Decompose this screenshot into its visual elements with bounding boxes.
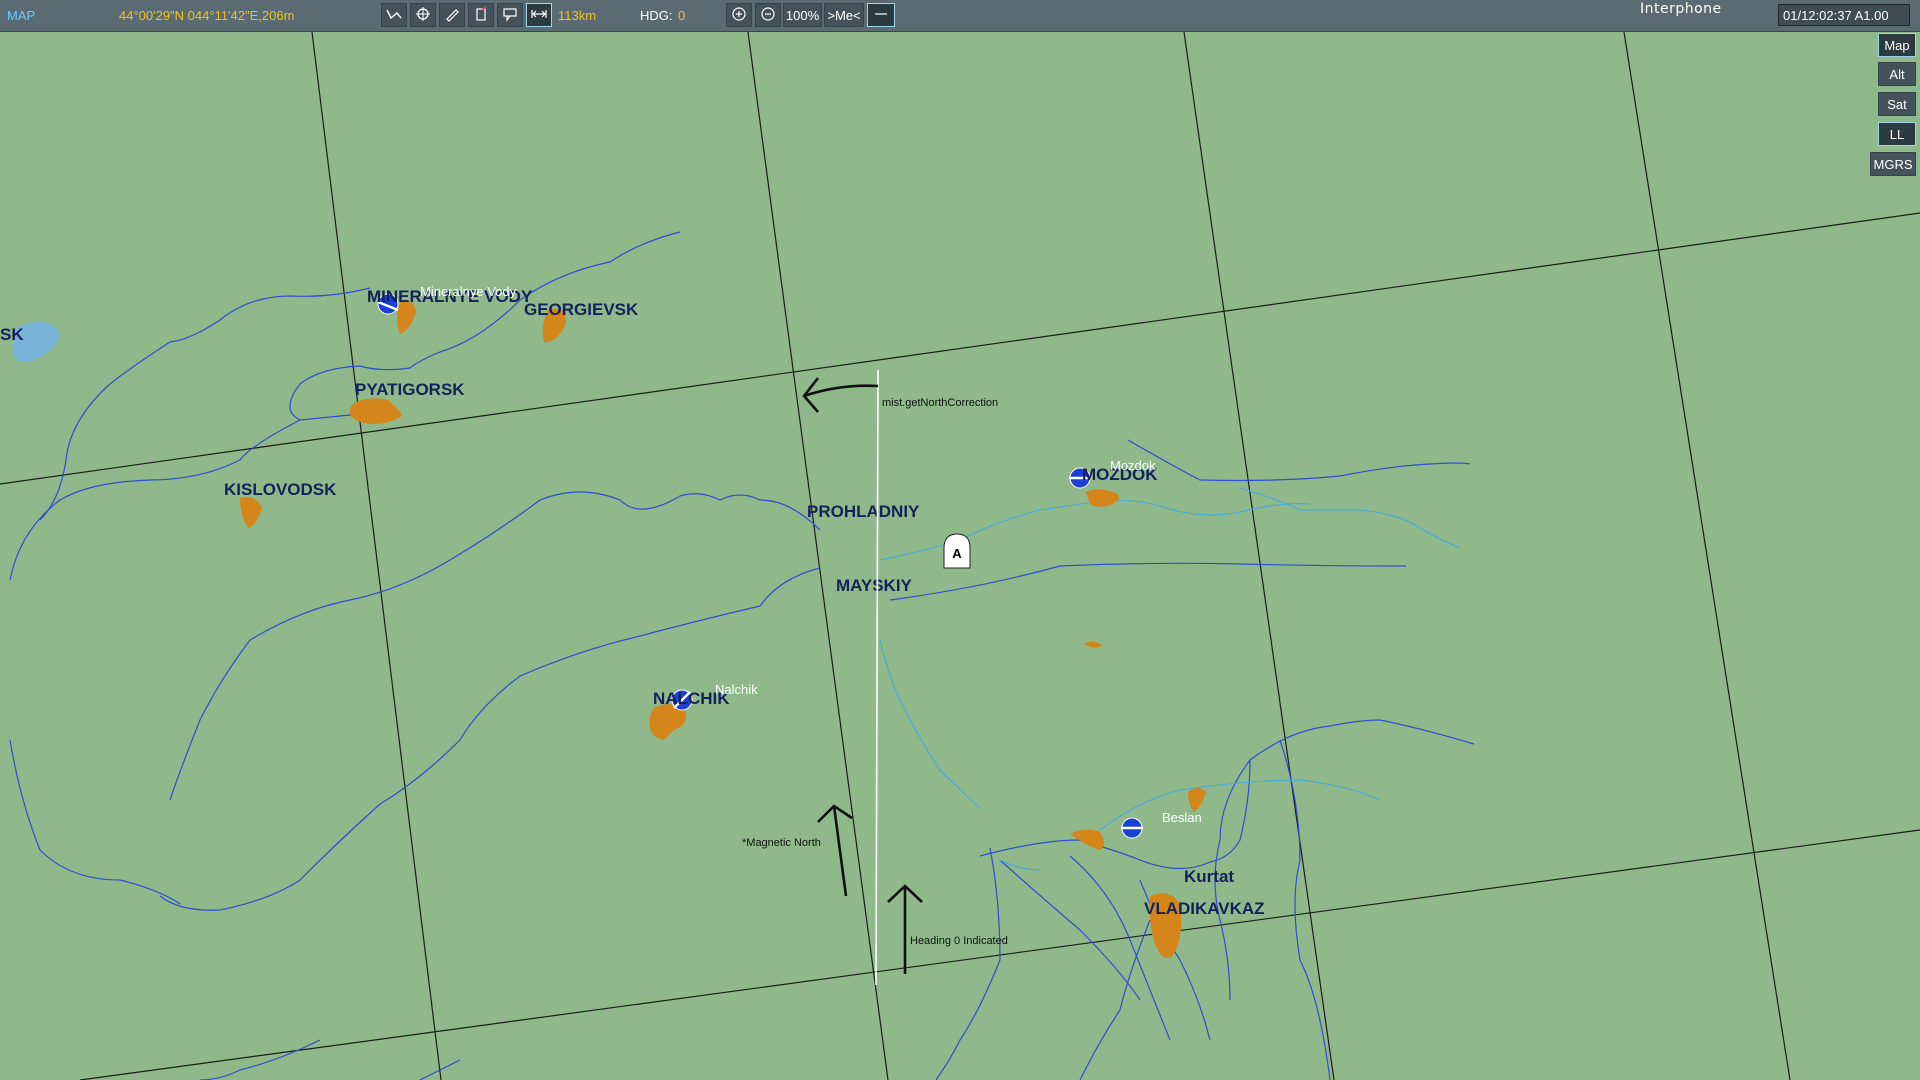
map-canvas[interactable]: SK MINERALNYE VODY GEORGIEVSK PYATIGORSK… xyxy=(0,32,1920,1080)
center-on-me-button[interactable]: >Me< xyxy=(824,3,864,27)
cursor-coordinates: 44°00'29"N 044°11'42"E,206m xyxy=(119,8,295,23)
heading-label: HDG: xyxy=(640,8,673,23)
heading-zero-label: Heading 0 Indicated xyxy=(910,935,1008,947)
edit-tool-button[interactable] xyxy=(439,3,465,27)
north-correction-arrow xyxy=(802,377,879,413)
north-correction-label: mist.getNorthCorrection xyxy=(882,397,998,409)
comment-icon xyxy=(501,5,519,26)
target-icon xyxy=(414,5,432,26)
zoom-out-button[interactable] xyxy=(755,3,781,27)
ruler-tool-button[interactable] xyxy=(526,3,552,27)
airfield-icon xyxy=(1121,817,1143,839)
map-mode-label: MAP xyxy=(7,8,36,23)
heading-reference-line xyxy=(875,369,879,986)
layer-tool-button[interactable] xyxy=(410,3,436,27)
city-label: MAYSKIY xyxy=(836,576,913,595)
airfield-label: Mozdok xyxy=(1110,458,1156,473)
zoom-out-icon xyxy=(759,5,777,26)
pencil-icon xyxy=(443,5,461,26)
delete-icon xyxy=(472,5,490,26)
comment-tool-button[interactable] xyxy=(497,3,523,27)
route-icon xyxy=(385,5,403,26)
interphone-label: Interphone xyxy=(1640,1,1722,17)
scale-toggle-button[interactable] xyxy=(867,3,895,27)
airfield-label: Beslan xyxy=(1162,810,1202,825)
airfield-symbols xyxy=(377,293,1143,839)
urban-areas xyxy=(240,301,1206,958)
zoom-in-button[interactable] xyxy=(726,3,752,27)
city-label: VLADIKAVKAZ xyxy=(1144,899,1265,918)
top-toolbar: MAP 44°00'29"N 044°11'42"E,206m 113km HD… xyxy=(0,0,1920,32)
zoom-in-icon xyxy=(730,5,748,26)
route-tool-button[interactable] xyxy=(381,3,407,27)
city-label: Kurtat xyxy=(1184,867,1234,886)
rivers xyxy=(9,231,1475,1080)
city-label: PROHLADNIY xyxy=(807,502,920,521)
mission-clock: 01/12:02:37 A1.00 xyxy=(1778,4,1910,26)
unit-marker[interactable]: A xyxy=(943,533,971,569)
heading-zero-arrow xyxy=(887,884,923,974)
city-label: SK xyxy=(0,325,24,344)
city-label: PYATIGORSK xyxy=(355,380,465,399)
zoom-level-button[interactable]: 100% xyxy=(783,3,822,27)
ruler-icon xyxy=(530,5,548,26)
ruler-distance: 113km xyxy=(558,8,597,23)
delete-tool-button[interactable] xyxy=(468,3,494,27)
airfield-label: Mineralnye Vody xyxy=(420,284,517,299)
magnetic-north-label: *Magnetic North xyxy=(742,837,821,849)
magnetic-north-arrow xyxy=(817,804,853,897)
heading-value: 0 xyxy=(678,8,686,23)
unit-marker-label: A xyxy=(952,546,962,561)
city-label: KISLOVODSK xyxy=(224,480,337,499)
airfield-label: Nalchik xyxy=(715,682,758,697)
city-label: GEORGIEVSK xyxy=(524,300,639,319)
dash-icon xyxy=(872,5,890,26)
